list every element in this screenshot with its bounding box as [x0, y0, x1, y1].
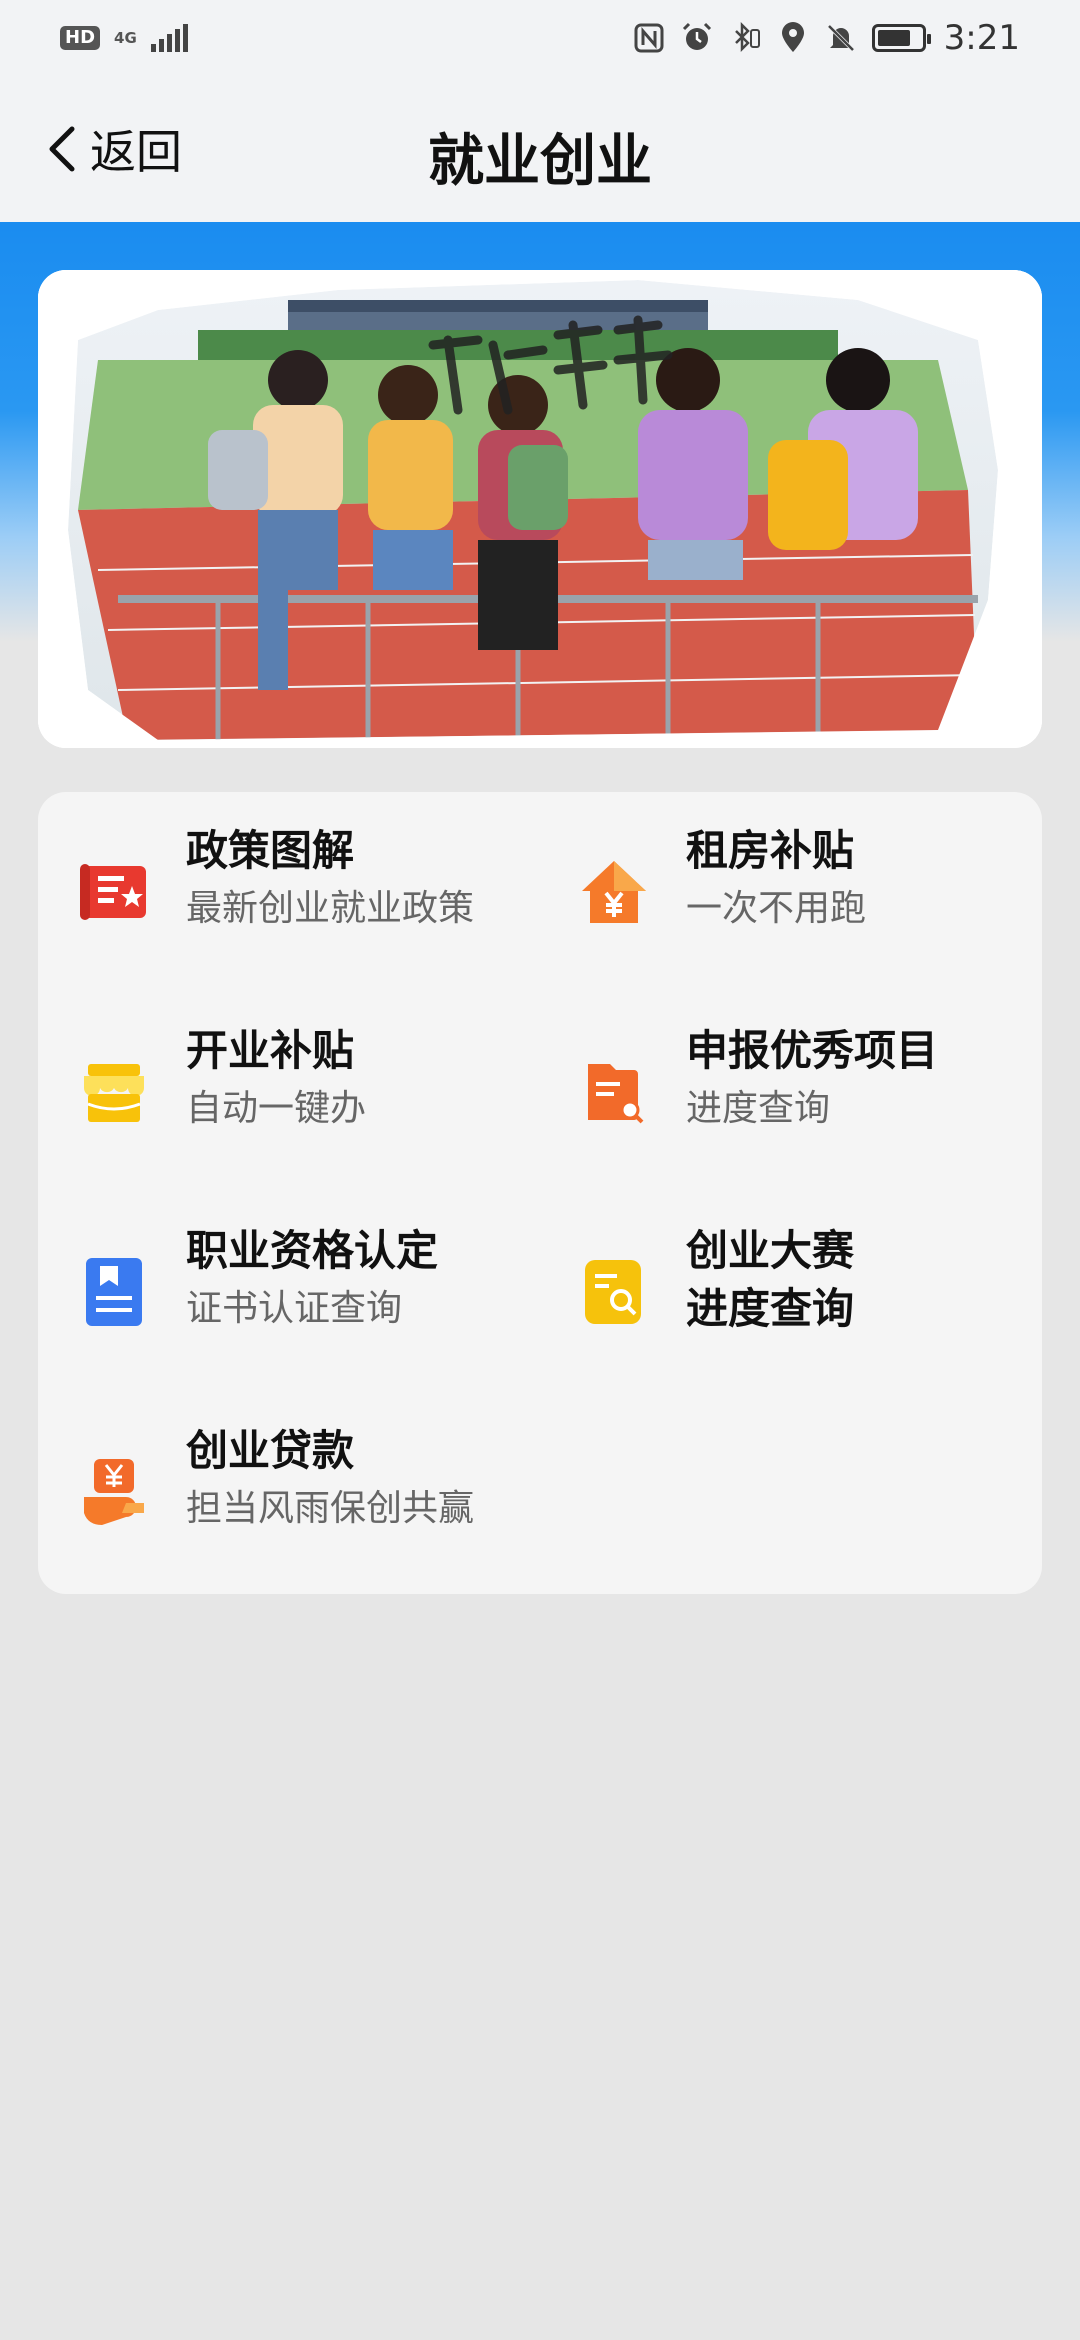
storefront-icon	[74, 1052, 154, 1132]
mute-icon	[827, 24, 855, 52]
clock: 3:21	[943, 18, 1020, 58]
service-title: 职业资格认定	[186, 1226, 439, 1275]
service-subtitle: 自动一键办	[186, 1088, 367, 1129]
service-title: 创业贷款	[186, 1426, 355, 1475]
banner-illustration	[38, 270, 1042, 748]
hd-badge: HD	[60, 26, 101, 50]
battery-icon	[871, 24, 931, 52]
status-left: HD 4G	[60, 24, 188, 52]
nav-bar: 返回 就业创业	[0, 76, 1080, 222]
service-subtitle: 证书认证查询	[186, 1288, 403, 1329]
service-title: 开业补贴	[186, 1026, 355, 1075]
service-item-rent-subsidy[interactable]: 租房补贴 一次不用跑	[574, 822, 1054, 962]
service-title: 租房补贴	[686, 826, 855, 875]
service-item-startup-loan[interactable]: 创业贷款 担当风雨保创共赢	[74, 1422, 554, 1562]
service-subtitle: 一次不用跑	[686, 888, 867, 929]
location-icon	[781, 22, 804, 52]
document-search-icon	[574, 1052, 654, 1132]
status-bar: HD 4G 3:21	[0, 0, 1080, 76]
policy-document-icon	[74, 852, 154, 932]
service-subtitle: 进度查询	[686, 1088, 831, 1129]
service-item-qualification[interactable]: 职业资格认定 证书认证查询	[74, 1222, 554, 1362]
service-item-excellent-project[interactable]: 申报优秀项目 进度查询	[574, 1022, 1054, 1162]
service-subtitle: 担当风雨保创共赢	[186, 1488, 475, 1529]
loan-hand-yuan-icon	[74, 1452, 154, 1532]
status-right: 3:21	[632, 18, 1020, 58]
bluetooth-icon	[734, 21, 760, 53]
house-yuan-icon	[574, 852, 654, 932]
alarm-icon	[682, 22, 711, 50]
contest-search-icon	[574, 1252, 654, 1332]
banner-image[interactable]	[38, 270, 1042, 748]
signal-icon	[150, 24, 188, 52]
service-item-contest-progress[interactable]: 创业大赛 进度查询	[574, 1222, 1054, 1362]
service-subtitle: 最新创业就业政策	[186, 888, 475, 929]
service-title: 创业大赛 进度查询	[686, 1226, 855, 1333]
service-title: 政策图解	[186, 826, 355, 875]
certificate-bookmark-icon	[74, 1252, 154, 1332]
service-grid-card: 政策图解 最新创业就业政策 租房补贴 一次不用跑 开业补贴 自动一键办 申报优秀…	[38, 792, 1042, 1594]
service-item-policy[interactable]: 政策图解 最新创业就业政策	[74, 822, 554, 962]
service-title: 申报优秀项目	[686, 1026, 939, 1075]
nfc-icon	[634, 23, 664, 53]
network-type: 4G	[114, 29, 137, 47]
service-item-opening-subsidy[interactable]: 开业补贴 自动一键办	[74, 1022, 554, 1162]
page-title: 就业创业	[428, 129, 652, 194]
